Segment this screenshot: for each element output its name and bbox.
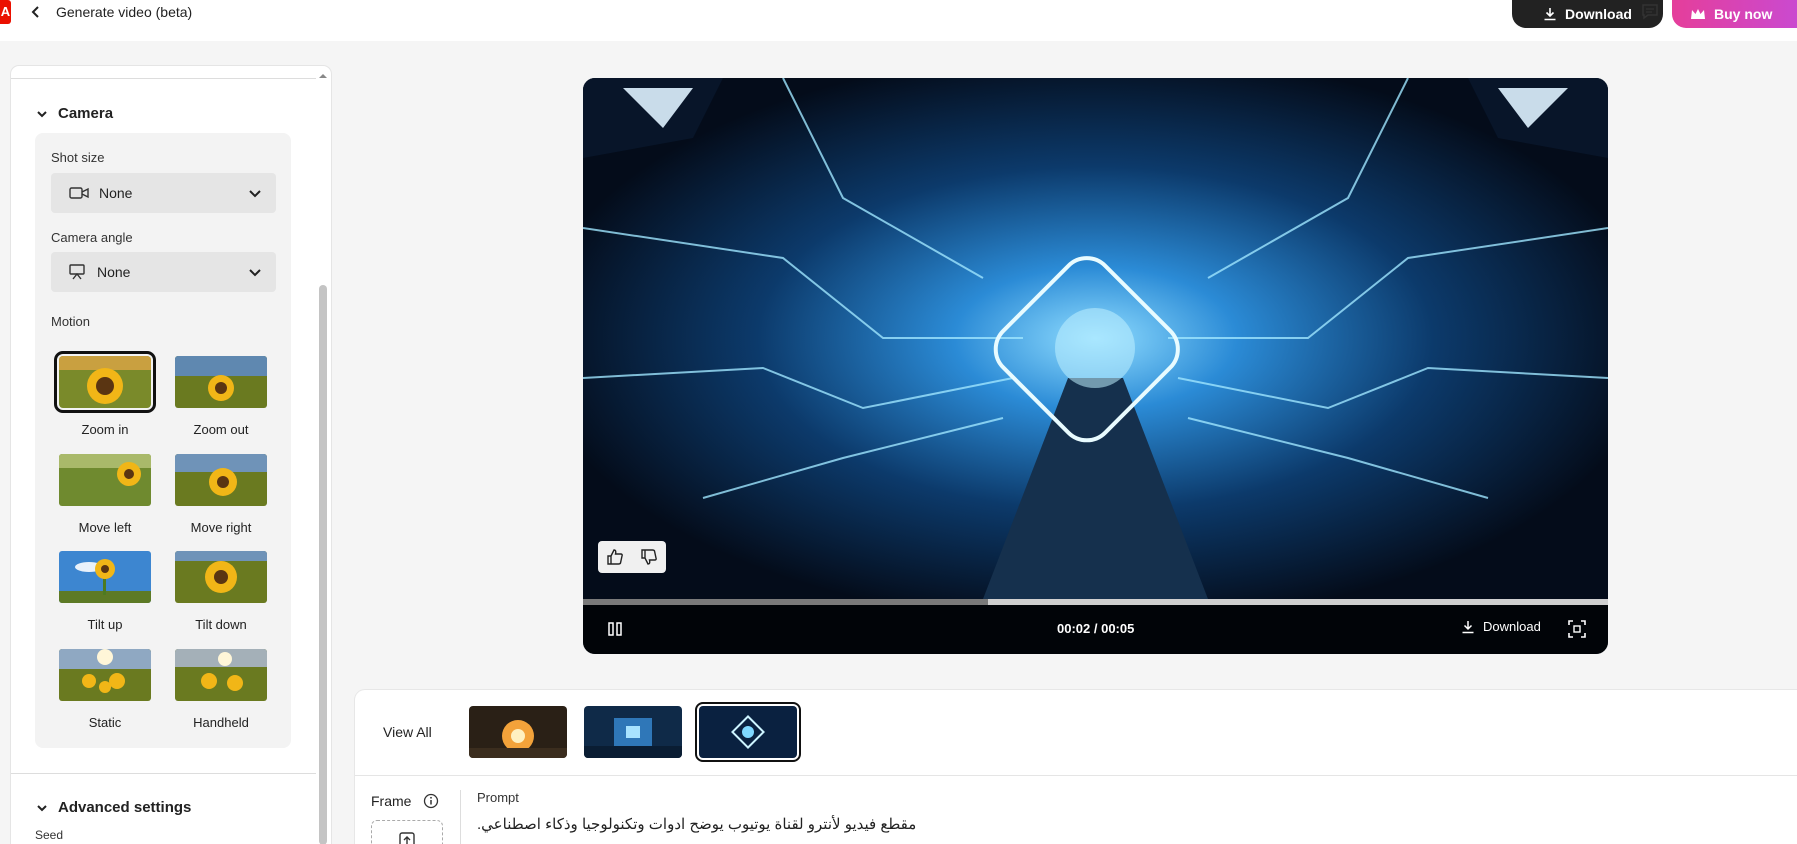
thumbs-up-icon[interactable] (606, 548, 624, 566)
adobe-logo[interactable]: A (0, 0, 11, 24)
motion-zoom-in[interactable]: Zoom in (47, 351, 163, 437)
fullscreen-icon[interactable] (1568, 620, 1586, 638)
video-camera-icon (69, 187, 89, 199)
chevron-down-icon (37, 804, 47, 811)
pause-icon[interactable] (607, 621, 623, 637)
camera-angle-dropdown[interactable]: None (51, 252, 276, 292)
info-icon[interactable] (423, 793, 439, 814)
chevron-down-icon (249, 190, 261, 198)
motion-zoom-out[interactable]: Zoom out (163, 356, 279, 437)
motion-item-label: Zoom out (193, 422, 249, 437)
motion-item-label: Handheld (193, 715, 249, 730)
shot-size-value: None (99, 185, 133, 201)
chevron-down-icon (37, 110, 47, 117)
sunflower-thumbnail (175, 649, 267, 701)
page-title: Generate video (beta) (56, 4, 193, 20)
panel-divider (11, 78, 316, 79)
motion-item-label: Tilt down (195, 617, 247, 632)
download-icon (1462, 620, 1474, 633)
sunflower-thumbnail (59, 551, 151, 603)
shot-size-dropdown[interactable]: None (51, 173, 276, 213)
scroll-up-arrow[interactable] (318, 68, 328, 78)
camera-angle-label: Camera angle (51, 230, 133, 245)
buy-now-button[interactable]: Buy now (1672, 0, 1797, 28)
video-controls: 00:02 / 00:05 Download (583, 605, 1608, 654)
crown-icon (1691, 9, 1705, 19)
advanced-settings-title: Advanced settings (58, 799, 192, 816)
sunflower-thumbnail (175, 454, 267, 506)
frame-upload[interactable] (371, 820, 443, 844)
camera-angle-icon (69, 264, 85, 280)
camera-angle-value: None (97, 264, 131, 280)
video-frame (583, 78, 1608, 599)
history-thumbnail-1[interactable] (469, 706, 567, 758)
motion-handheld[interactable]: Handheld (163, 649, 279, 730)
sunflower-thumbnail (175, 551, 267, 603)
motion-tilt-down[interactable]: Tilt down (163, 551, 279, 632)
back-button[interactable] (28, 4, 44, 20)
motion-item-label: Tilt up (87, 617, 123, 632)
panel-divider (11, 773, 316, 774)
feedback-button[interactable] (1640, 2, 1664, 24)
card-separator (460, 790, 461, 844)
seed-label: Seed (35, 828, 64, 842)
download-icon (1544, 8, 1556, 21)
comment-icon (1642, 4, 1658, 20)
sunflower-thumbnail (54, 351, 156, 413)
upload-icon (399, 832, 415, 844)
view-all-link[interactable]: View All (383, 724, 432, 740)
motion-item-label: Move left (78, 520, 132, 535)
panel-scrollbar[interactable] (319, 285, 327, 844)
video-player[interactable]: 00:02 / 00:05 Download (583, 78, 1608, 654)
camera-section-title: Camera (58, 105, 114, 122)
motion-item-label: Zoom in (81, 422, 129, 437)
motion-move-right[interactable]: Move right (163, 454, 279, 535)
motion-move-left[interactable]: Move left (47, 454, 163, 535)
motion-label: Motion (51, 314, 91, 329)
chevron-down-icon (249, 269, 261, 277)
download-label: Download (1565, 6, 1632, 22)
sunflower-thumbnail (175, 356, 267, 408)
prompt-label: Prompt (477, 790, 519, 805)
prompt-input[interactable]: مقطع فيديو لأنترو لقناة يوتيوب يوضح ادوا… (477, 815, 916, 833)
buy-now-label: Buy now (1714, 6, 1773, 22)
motion-item-label: Move right (190, 520, 252, 535)
video-time: 00:02 / 00:05 (1057, 621, 1135, 636)
video-download-button[interactable]: Download (1461, 619, 1541, 634)
history-thumbnail-2[interactable] (584, 706, 682, 758)
sunflower-thumbnail (59, 649, 151, 701)
advanced-settings-toggle[interactable]: Advanced settings (36, 799, 191, 816)
thumbs-down-icon[interactable] (640, 548, 658, 566)
camera-section-toggle[interactable]: Camera (36, 105, 113, 122)
card-divider (355, 775, 1797, 776)
motion-item-label: Static (88, 715, 122, 730)
history-thumbnail-3[interactable] (695, 702, 801, 762)
frame-label: Frame (371, 793, 412, 809)
sunflower-thumbnail (59, 454, 151, 506)
motion-static[interactable]: Static (47, 649, 163, 730)
shot-size-label: Shot size (51, 150, 105, 165)
feedback-buttons (598, 541, 666, 573)
chevron-left-icon (31, 6, 39, 18)
video-download-label: Download (1483, 619, 1541, 634)
motion-tilt-up[interactable]: Tilt up (47, 551, 163, 632)
